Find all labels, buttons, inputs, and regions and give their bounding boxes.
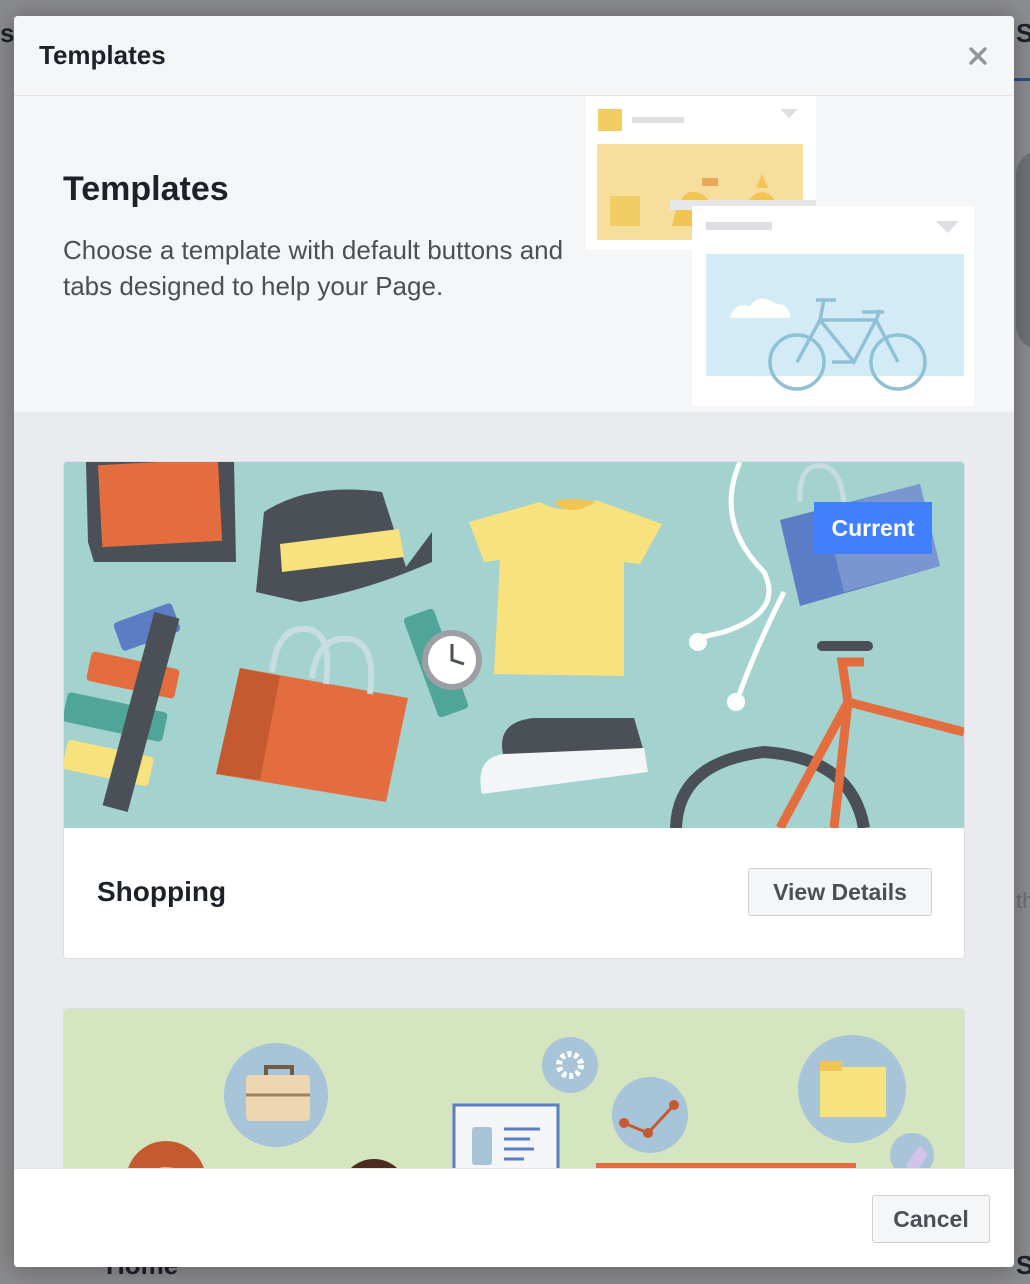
templates-dialog: Templates Templates Choose a template wi… bbox=[14, 16, 1014, 1267]
intro-section: Templates Choose a template with default… bbox=[14, 96, 1014, 412]
close-icon bbox=[969, 47, 987, 65]
dialog-title: Templates bbox=[39, 40, 166, 70]
dialog-footer: Cancel bbox=[14, 1168, 1014, 1267]
template-name: Shopping bbox=[97, 876, 227, 907]
background-text-fragment: th bbox=[1016, 888, 1030, 913]
template-card-shopping[interactable]: Current Shopping View Details bbox=[63, 461, 965, 959]
intro-description: Choose a template with default buttons a… bbox=[63, 235, 564, 301]
background-text-fragment: s bbox=[0, 18, 15, 48]
services-illustration bbox=[64, 1009, 964, 1168]
dialog-header: Templates bbox=[14, 16, 1014, 96]
background-text-fragment: S bbox=[1016, 18, 1030, 48]
dialog-body[interactable]: Templates Choose a template with default… bbox=[14, 96, 1014, 1168]
current-badge: Current bbox=[814, 502, 932, 554]
view-details-button[interactable]: View Details bbox=[748, 868, 932, 916]
shopping-template-art: Current bbox=[64, 462, 964, 831]
background-tab-underline bbox=[1014, 78, 1030, 81]
background-text-fragment: S bbox=[1016, 1250, 1030, 1280]
intro-heading: Templates bbox=[63, 170, 229, 208]
services-template-art bbox=[64, 1009, 964, 1168]
background-cover-shape bbox=[1016, 150, 1030, 350]
template-card-services[interactable] bbox=[63, 1008, 965, 1168]
template-card-footer: Shopping View Details bbox=[64, 828, 964, 958]
close-button[interactable] bbox=[962, 40, 994, 72]
cancel-button[interactable]: Cancel bbox=[872, 1195, 990, 1243]
templates-illustration bbox=[586, 96, 974, 406]
